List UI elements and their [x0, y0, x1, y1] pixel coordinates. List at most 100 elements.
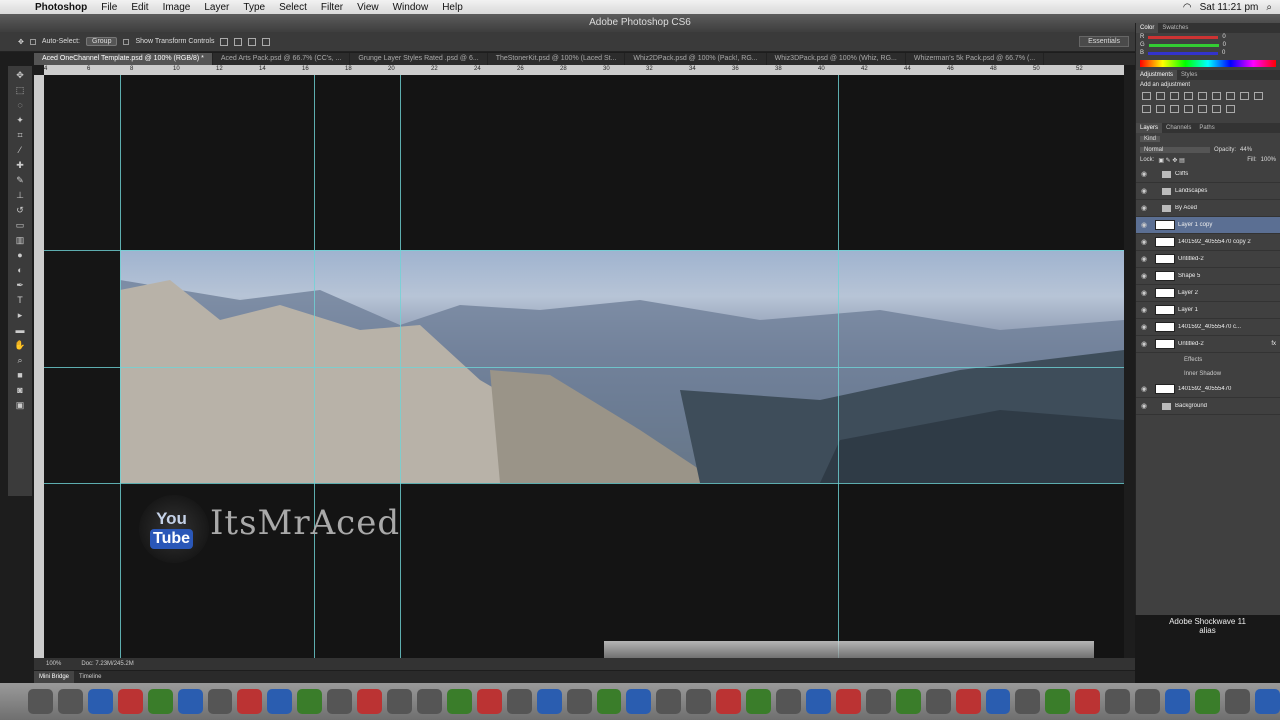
- eye-icon[interactable]: ◉: [1136, 340, 1152, 348]
- layer-row[interactable]: ◉ Layer 1 copy: [1136, 217, 1280, 234]
- brightness-icon[interactable]: [1142, 92, 1151, 100]
- layer-row[interactable]: ◉ Untitled-2: [1136, 251, 1280, 268]
- move-tool-icon[interactable]: ✥: [18, 38, 24, 46]
- kind-filter[interactable]: Kind: [1140, 136, 1161, 142]
- layer-row[interactable]: ◉ Shape 5: [1136, 268, 1280, 285]
- move-tool-icon[interactable]: ✥: [13, 69, 27, 81]
- eye-icon[interactable]: ◉: [1136, 306, 1152, 314]
- eye-icon[interactable]: ◉: [1136, 385, 1152, 393]
- workspace-button[interactable]: Essentials: [1079, 36, 1129, 47]
- tab-layers[interactable]: Layers: [1136, 123, 1163, 133]
- dock-app-icon[interactable]: [1135, 689, 1161, 714]
- posterize-icon[interactable]: [1184, 105, 1193, 113]
- channel-value[interactable]: 0: [1223, 42, 1226, 48]
- eye-icon[interactable]: ◉: [1136, 289, 1152, 297]
- dock-app-icon[interactable]: [1075, 689, 1101, 714]
- dock-app-icon[interactable]: [865, 689, 891, 714]
- dock-app-icon[interactable]: [177, 689, 203, 714]
- lock-icon[interactable]: ▣ ✎ ✥ ▤: [1158, 157, 1184, 164]
- stamp-tool-icon[interactable]: ⊥: [13, 189, 27, 201]
- dock-app-icon[interactable]: [895, 689, 921, 714]
- guide-line[interactable]: [44, 367, 1124, 368]
- dock-app-icon[interactable]: [297, 689, 323, 714]
- fill-value[interactable]: 100%: [1261, 157, 1276, 164]
- eyedropper-icon[interactable]: ⁄: [13, 144, 27, 156]
- hand-tool-icon[interactable]: ✋: [13, 339, 27, 351]
- dock-app-icon[interactable]: [476, 689, 502, 714]
- dock-app-icon[interactable]: [57, 689, 83, 714]
- channel-value[interactable]: 0: [1222, 50, 1225, 56]
- curves-icon[interactable]: [1170, 92, 1179, 100]
- dock-app-icon[interactable]: [746, 689, 772, 714]
- menu-image[interactable]: Image: [156, 2, 198, 13]
- color-balance-icon[interactable]: [1226, 92, 1235, 100]
- doc-tab[interactable]: Aced OneChannel Template.psd @ 100% (RGB…: [34, 53, 213, 65]
- dock-app-icon[interactable]: [626, 689, 652, 714]
- dock-app-icon[interactable]: [1254, 689, 1280, 714]
- layer-row[interactable]: ◉ Landscapes: [1136, 183, 1280, 200]
- tab-channels[interactable]: Channels: [1162, 123, 1195, 133]
- channel-slider[interactable]: [1148, 35, 1219, 39]
- dock-app-icon[interactable]: [446, 689, 472, 714]
- dock-app-icon[interactable]: [1224, 689, 1250, 714]
- dock-app-icon[interactable]: [87, 689, 113, 714]
- dock-app-icon[interactable]: [1045, 689, 1071, 714]
- color-slider-row[interactable]: B0: [1136, 49, 1280, 57]
- layer-row[interactable]: ◉ Background: [1136, 398, 1280, 415]
- horizontal-ruler[interactable]: 4 6 8 10 12 14 16 18 20 22 24 26 28 30 32 34 36 38 40 42 44 4…: [44, 65, 1124, 75]
- dock-app-icon[interactable]: [776, 689, 801, 714]
- gradient-map-icon[interactable]: [1212, 105, 1221, 113]
- pen-tool-icon[interactable]: ✒: [13, 279, 27, 291]
- menu-window[interactable]: Window: [386, 2, 436, 13]
- clock[interactable]: Sat 11:21 pm: [1200, 2, 1259, 13]
- dock-app-icon[interactable]: [237, 689, 263, 714]
- quick-mask-icon[interactable]: ◙: [13, 384, 27, 396]
- bw-icon[interactable]: [1240, 92, 1249, 100]
- crop-tool-icon[interactable]: ⌗: [13, 129, 27, 141]
- dock-app-icon[interactable]: [147, 689, 173, 714]
- zoom-level[interactable]: 100%: [46, 661, 61, 667]
- eye-icon[interactable]: ◉: [1136, 204, 1152, 212]
- shape-tool-icon[interactable]: ▬: [13, 324, 27, 336]
- gradient-tool-icon[interactable]: ▥: [13, 234, 27, 246]
- levels-icon[interactable]: [1156, 92, 1165, 100]
- menu-type[interactable]: Type: [236, 2, 272, 13]
- dock-app-icon[interactable]: [416, 689, 442, 714]
- dock-app-icon[interactable]: [686, 689, 712, 714]
- eye-icon[interactable]: ◉: [1136, 255, 1152, 263]
- brush-tool-icon[interactable]: ✎: [13, 174, 27, 186]
- layer-row[interactable]: ◉ Layer 1: [1136, 302, 1280, 319]
- dock-app-icon[interactable]: [117, 689, 143, 714]
- dock-app-icon[interactable]: [656, 689, 682, 714]
- selective-color-icon[interactable]: [1226, 105, 1235, 113]
- color-swatches-icon[interactable]: ■: [13, 369, 27, 381]
- menu-file[interactable]: File: [94, 2, 124, 13]
- dock-app-icon[interactable]: [1105, 689, 1131, 714]
- magic-wand-icon[interactable]: ✦: [13, 114, 27, 126]
- healing-brush-icon[interactable]: ✚: [13, 159, 27, 171]
- menu-view[interactable]: View: [350, 2, 386, 13]
- guide-line[interactable]: [44, 483, 1124, 484]
- opacity-value[interactable]: 44%: [1240, 147, 1252, 153]
- layer-row[interactable]: ◉ 1401592_40555470: [1136, 381, 1280, 398]
- dock-app-icon[interactable]: [805, 689, 831, 714]
- vertical-ruler[interactable]: [34, 75, 44, 658]
- dock-app-icon[interactable]: [28, 689, 53, 714]
- dock-app-icon[interactable]: [566, 689, 592, 714]
- doc-tab[interactable]: Whiz3DPack.psd @ 100% (Whiz, RG...: [767, 53, 906, 65]
- doc-tab[interactable]: Grunge Layer Styles Rated .psd @ 6...: [350, 53, 488, 65]
- exposure-icon[interactable]: [1184, 92, 1193, 100]
- menu-photoshop[interactable]: Photoshop: [28, 2, 94, 13]
- menu-filter[interactable]: Filter: [314, 2, 350, 13]
- invert-icon[interactable]: [1170, 105, 1179, 113]
- search-icon[interactable]: ⌕: [1266, 2, 1272, 13]
- tab-swatches[interactable]: Swatches: [1158, 23, 1192, 33]
- blur-tool-icon[interactable]: ●: [13, 249, 27, 261]
- layer-row[interactable]: ◉ Cliffs: [1136, 166, 1280, 183]
- menu-layer[interactable]: Layer: [197, 2, 236, 13]
- layer-effect-row[interactable]: Effects: [1136, 353, 1280, 367]
- color-spectrum[interactable]: [1140, 60, 1276, 67]
- hue-icon[interactable]: [1212, 92, 1221, 100]
- dock-app-icon[interactable]: [267, 689, 293, 714]
- distribute-icon[interactable]: [262, 37, 271, 46]
